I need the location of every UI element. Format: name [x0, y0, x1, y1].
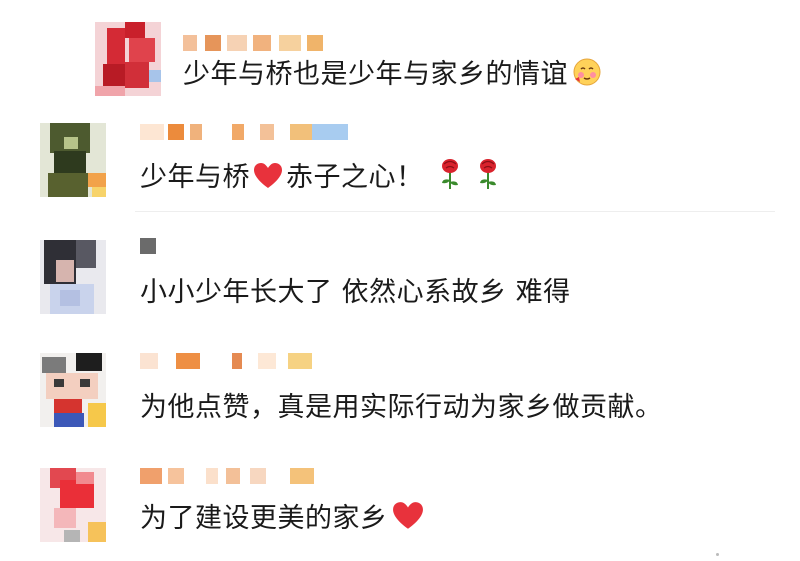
- red-heart-icon: [253, 162, 283, 199]
- avatar[interactable]: [40, 353, 106, 427]
- username-blurred[interactable]: [140, 353, 360, 369]
- comment-text-content: 少年与桥也是少年与家乡的情谊: [183, 59, 568, 90]
- rose-icon: [438, 158, 462, 199]
- comment-text: 少年与桥也是少年与家乡的情谊: [183, 57, 602, 96]
- comment-text: 小小少年长大了 依然心系故乡 难得: [140, 276, 571, 310]
- avatar[interactable]: [95, 22, 161, 96]
- comment-text-content: 为了建设更美的家乡: [140, 503, 388, 534]
- username-blurred[interactable]: [140, 238, 360, 254]
- username-blurred[interactable]: [140, 124, 360, 140]
- avatar[interactable]: [40, 240, 106, 314]
- comment-text-content: 少年与桥: [140, 162, 250, 193]
- comment-divider: [135, 211, 775, 212]
- comment-text: 为他点赞，真是用实际行动为家乡做贡献。: [140, 391, 663, 425]
- avatar[interactable]: [40, 123, 106, 197]
- comment-text: 为了建设更美的家乡: [140, 501, 424, 540]
- comment-text-content: 为他点赞，真是用实际行动为家乡做贡献。: [140, 392, 663, 423]
- avatar[interactable]: [40, 468, 106, 542]
- shy-smile-emoji-icon: [572, 57, 602, 96]
- comment-text-content: 小小少年长大了 依然心系故乡 难得: [140, 277, 571, 308]
- comment-screen: { "comments": [ { "text": "少年与桥也是少年与家乡的情…: [0, 0, 800, 561]
- indicator-dot: [716, 553, 719, 556]
- username-blurred[interactable]: [183, 35, 403, 51]
- username-blurred[interactable]: [140, 468, 360, 484]
- comment-text: 少年与桥 赤子之心！: [140, 158, 500, 199]
- comment-text-continuation: 赤子之心！: [286, 162, 424, 193]
- rose-icon: [476, 158, 500, 199]
- red-heart-icon: [392, 501, 424, 540]
